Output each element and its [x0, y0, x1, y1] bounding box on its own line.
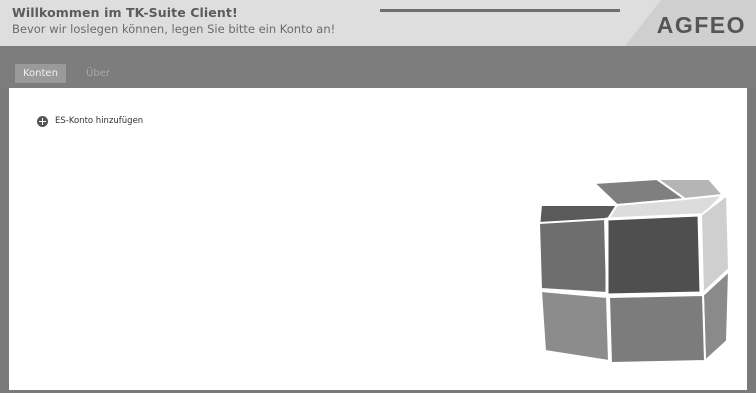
cube-icon	[537, 177, 731, 365]
add-account-button[interactable]: ES-Konto hinzufügen	[37, 114, 143, 128]
cube-front-lower-left	[539, 289, 611, 363]
header-accent-line	[380, 9, 620, 12]
header: Willkommen im TK-Suite Client! Bevor wir…	[0, 0, 756, 46]
app-window: Willkommen im TK-Suite Client! Bevor wir…	[0, 0, 756, 393]
agfeo-logo: AGFEO	[656, 12, 746, 38]
tab-ueber[interactable]: Über	[80, 64, 116, 83]
plus-circle-icon[interactable]	[37, 115, 48, 127]
cube-front-upper-right	[605, 213, 703, 297]
add-account-label: ES-Konto hinzufügen	[55, 116, 144, 126]
cube-front-lower-right	[607, 293, 707, 365]
tab-konten[interactable]: Konten	[15, 64, 66, 83]
page-subtitle: Bevor wir loslegen können, legen Sie bit…	[12, 22, 336, 36]
accounts-panel: ES-Konto hinzufügen	[9, 88, 747, 390]
page-title: Willkommen im TK-Suite Client!	[12, 5, 238, 20]
tab-bar: Konten Über	[0, 46, 756, 88]
cube-front-upper-left	[537, 217, 609, 295]
